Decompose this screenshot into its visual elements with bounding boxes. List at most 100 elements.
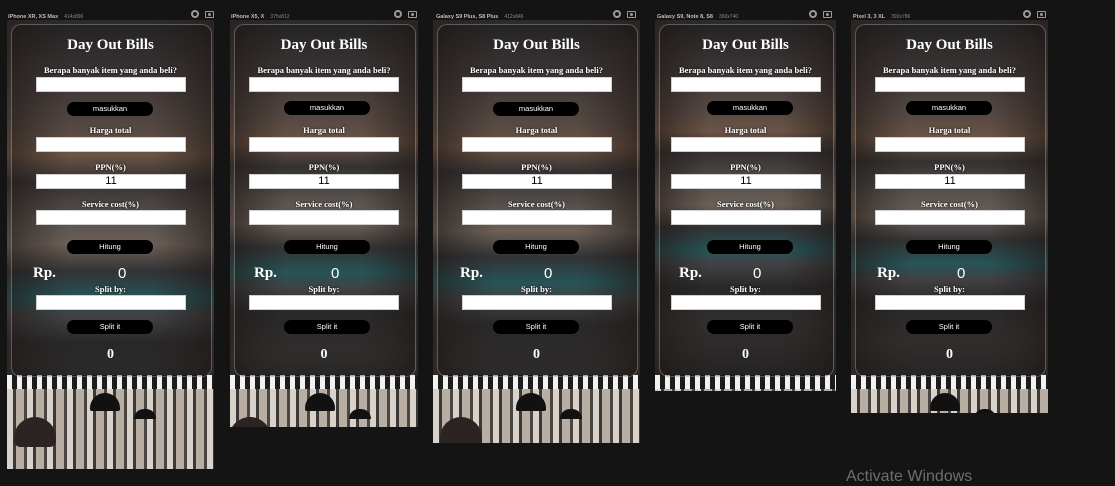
split-value: 0 — [946, 347, 953, 362]
background-image — [433, 375, 640, 443]
split-label: Split by: — [934, 284, 965, 294]
vat-label: PPN(%) — [308, 162, 340, 172]
calculate-button[interactable]: Hitung — [493, 240, 579, 254]
vat-input[interactable]: 11 — [249, 174, 399, 189]
frame-header: Pixel 3, 3 XL 393x786 — [853, 7, 1046, 21]
calculate-button[interactable]: Hitung — [906, 240, 992, 254]
split-input[interactable] — [875, 295, 1025, 310]
items-input[interactable] — [36, 77, 186, 92]
total-value: 0 — [957, 265, 966, 282]
total-input[interactable] — [671, 137, 821, 152]
calculate-button[interactable]: Hitung — [707, 240, 793, 254]
split-label: Split by: — [521, 284, 552, 294]
gear-icon[interactable] — [1023, 10, 1031, 18]
split-input[interactable] — [249, 295, 399, 310]
items-input[interactable] — [462, 77, 612, 92]
items-label: Berapa banyak item yang anda beli? — [44, 65, 177, 75]
calculate-button[interactable]: Hitung — [284, 240, 370, 254]
service-input[interactable] — [249, 210, 399, 225]
calculate-button[interactable]: Hitung — [67, 240, 153, 254]
split-label: Split by: — [730, 284, 761, 294]
camera-icon[interactable] — [823, 10, 832, 18]
split-button[interactable]: Split it — [707, 320, 793, 334]
currency-label: Rp. — [33, 265, 56, 281]
service-label: Service cost(%) — [717, 199, 774, 209]
items-input[interactable] — [875, 77, 1025, 92]
split-input[interactable] — [671, 295, 821, 310]
input-button[interactable]: masukkan — [67, 102, 153, 116]
background-image — [7, 375, 214, 469]
service-input[interactable] — [462, 210, 612, 225]
currency-label: Rp. — [254, 265, 277, 281]
vat-label: PPN(%) — [730, 162, 761, 172]
items-input[interactable] — [671, 77, 821, 92]
total-label: Harga total — [928, 125, 971, 135]
input-button[interactable]: masukkan — [284, 101, 370, 115]
page-title: Day Out Bills — [67, 37, 154, 53]
split-value: 0 — [320, 347, 328, 362]
vat-input[interactable]: 11 — [671, 174, 821, 189]
total-input[interactable] — [249, 137, 399, 152]
phone-frame: Day Out Bills Berapa banyak item yang an… — [851, 20, 1048, 413]
split-input[interactable] — [36, 295, 186, 310]
items-label: Berapa banyak item yang anda beli? — [679, 65, 812, 75]
currency-label: Rp. — [877, 265, 900, 281]
total-value: 0 — [753, 265, 762, 282]
frame-header: Galaxy S9 Plus, S8 Plus 412x846 — [436, 7, 636, 21]
background-image — [851, 375, 1048, 413]
service-input[interactable] — [875, 210, 1025, 225]
gear-icon[interactable] — [613, 10, 621, 18]
camera-icon[interactable] — [408, 10, 417, 18]
items-label: Berapa banyak item yang anda beli? — [470, 65, 603, 75]
split-label: Split by: — [308, 284, 340, 294]
split-button[interactable]: Split it — [906, 320, 992, 334]
split-value: 0 — [742, 347, 749, 362]
frame-header: iPhone X5, X 375x812 — [231, 7, 417, 21]
total-label: Harga total — [89, 125, 132, 135]
split-button[interactable]: Split it — [493, 320, 579, 334]
currency-label: Rp. — [460, 265, 483, 281]
input-button[interactable]: masukkan — [906, 101, 992, 115]
camera-icon[interactable] — [1037, 10, 1046, 18]
total-value: 0 — [331, 265, 340, 282]
input-button[interactable]: masukkan — [493, 102, 579, 116]
split-value: 0 — [107, 347, 114, 362]
service-input[interactable] — [671, 210, 821, 225]
frame-header: iPhone XR, XS Max 414x896 — [8, 7, 214, 21]
frame-header: Galaxy S9, Note 8, S8 360x740 — [657, 7, 832, 21]
camera-icon[interactable] — [627, 10, 636, 18]
total-value: 0 — [544, 265, 553, 282]
camera-icon[interactable] — [205, 10, 214, 18]
phone-frame: Day Out Bills Berapa banyak item yang an… — [433, 20, 640, 443]
vat-input[interactable]: 11 — [875, 174, 1025, 189]
total-input[interactable] — [462, 137, 612, 152]
vat-label: PPN(%) — [934, 162, 965, 172]
gear-icon[interactable] — [394, 10, 402, 18]
phone-frame: Day Out Bills Berapa banyak item yang an… — [230, 20, 418, 427]
split-value: 0 — [533, 347, 540, 362]
service-label: Service cost(%) — [295, 199, 353, 209]
vat-label: PPN(%) — [521, 162, 552, 172]
phone-frame: Day Out Bills Berapa banyak item yang an… — [7, 20, 214, 469]
total-value: 0 — [118, 265, 127, 282]
gear-icon[interactable] — [809, 10, 817, 18]
total-input[interactable] — [36, 137, 186, 152]
vat-label: PPN(%) — [95, 162, 126, 172]
background-image — [655, 375, 836, 391]
total-label: Harga total — [724, 125, 767, 135]
vat-input[interactable]: 11 — [462, 174, 612, 189]
service-label: Service cost(%) — [508, 199, 565, 209]
gear-icon[interactable] — [191, 10, 199, 18]
total-input[interactable] — [875, 137, 1025, 152]
input-button[interactable]: masukkan — [707, 101, 793, 115]
split-button[interactable]: Split it — [284, 320, 370, 334]
split-input[interactable] — [462, 295, 612, 310]
items-label: Berapa banyak item yang anda beli? — [257, 65, 391, 75]
service-input[interactable] — [36, 210, 186, 225]
split-button[interactable]: Split it — [67, 320, 153, 334]
currency-label: Rp. — [679, 265, 702, 281]
total-label: Harga total — [303, 125, 345, 135]
vat-input[interactable]: 11 — [36, 174, 186, 189]
items-input[interactable] — [249, 77, 399, 92]
page-title: Day Out Bills — [702, 37, 789, 53]
